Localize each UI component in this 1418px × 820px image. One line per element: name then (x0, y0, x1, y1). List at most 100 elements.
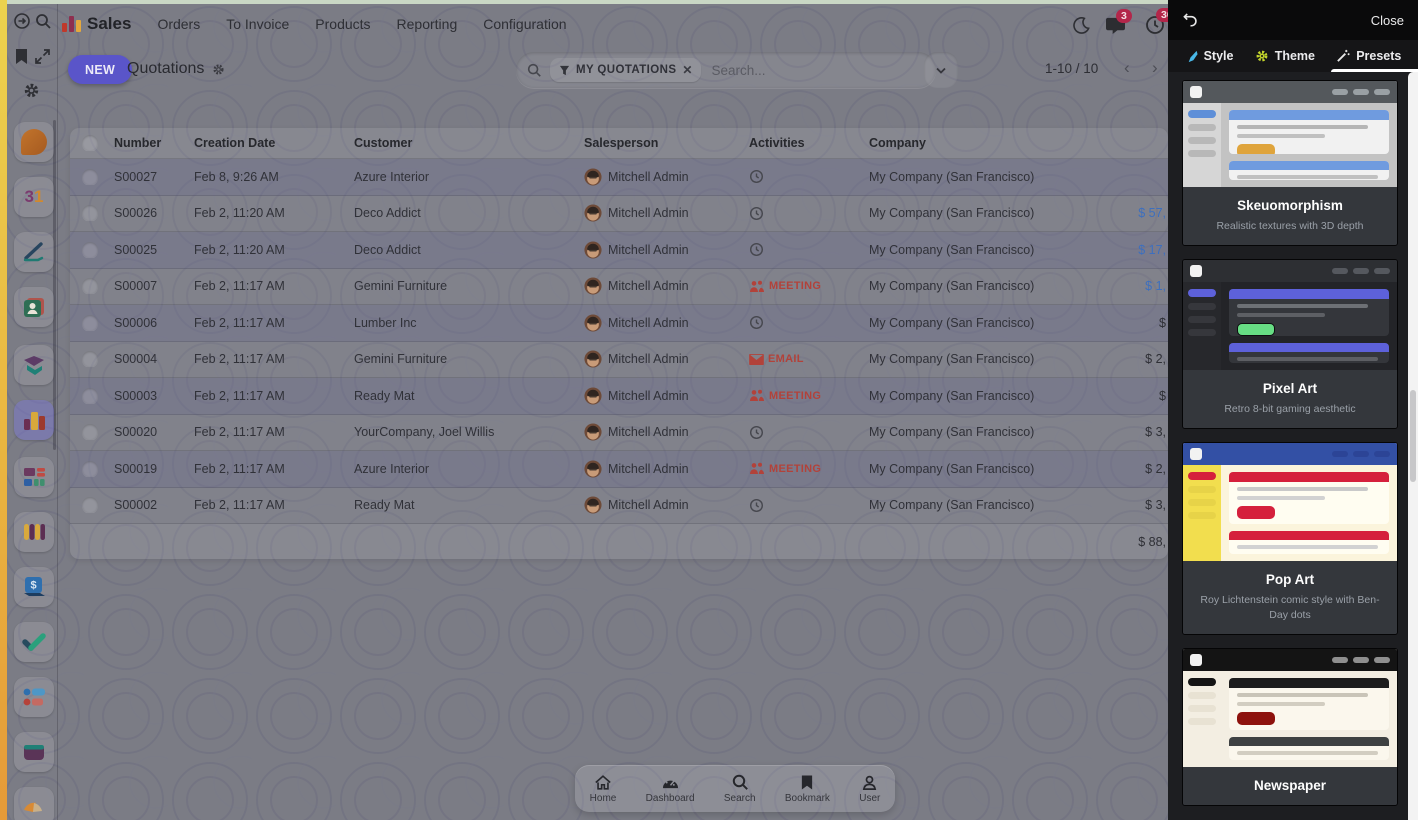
row-checkbox[interactable] (82, 388, 98, 404)
clock-activity-icon[interactable] (749, 206, 764, 221)
menu-to-invoice[interactable]: To Invoice (226, 16, 289, 32)
table-row[interactable]: S00019Feb 2, 11:17 AMAzure InteriorMitch… (70, 451, 1168, 488)
app-icon-contacts[interactable] (14, 287, 54, 327)
new-button[interactable]: NEW (68, 55, 132, 84)
row-checkbox[interactable] (82, 497, 98, 513)
app-icon-partial[interactable] (14, 787, 54, 820)
panel-scrollbar-thumb[interactable] (1410, 390, 1416, 482)
clock-activity-icon[interactable] (749, 169, 764, 184)
search-dropdown-button[interactable] (924, 52, 958, 88)
select-all-checkbox[interactable] (82, 135, 98, 151)
close-button[interactable]: Close (1371, 13, 1404, 28)
search-bar[interactable]: MY QUOTATIONS ✕ (516, 52, 936, 88)
header-customer[interactable]: Customer (350, 136, 580, 150)
row-checkbox[interactable] (82, 351, 98, 367)
menu-products[interactable]: Products (315, 16, 370, 32)
row-checkbox[interactable] (82, 315, 98, 331)
dock-item-bookmark[interactable]: Bookmark (785, 774, 830, 804)
preset-card-pop-art[interactable]: Pop ArtRoy Lichtenstein comic style with… (1182, 442, 1398, 634)
sales-app-logo[interactable]: Sales (62, 14, 131, 34)
app-icon-sign[interactable] (14, 232, 54, 272)
app-icon-point-of-sale[interactable] (14, 512, 54, 552)
app-icon-calendar[interactable]: 31 (14, 177, 54, 217)
pager-next-icon[interactable]: › (1152, 58, 1158, 78)
table-row[interactable]: S00025Feb 2, 11:20 AMDeco AddictMitchell… (70, 232, 1168, 269)
messages-icon[interactable]: 3 (1105, 10, 1126, 40)
filter-remove-icon[interactable]: ✕ (682, 63, 692, 77)
window-top-edge (0, 0, 1168, 4)
header-salesperson[interactable]: Salesperson (580, 136, 745, 150)
menu-reporting[interactable]: Reporting (397, 16, 458, 32)
app-icon-discuss[interactable] (14, 122, 54, 162)
app-icon-expenses[interactable] (14, 732, 54, 772)
preset-card-newspaper[interactable]: Newspaper (1182, 648, 1398, 806)
app-icon-accounting[interactable]: $ (14, 567, 54, 607)
panel-scrollbar[interactable] (1408, 72, 1418, 820)
app-icon-apps[interactable] (14, 457, 54, 497)
meeting-activity-icon[interactable] (749, 462, 765, 475)
app-icon-todo[interactable] (14, 622, 54, 662)
email-activity-icon[interactable] (749, 354, 764, 365)
dock-item-user[interactable]: User (859, 774, 880, 804)
row-checkbox[interactable] (82, 242, 98, 258)
header-company[interactable]: Company (865, 136, 1110, 150)
clock-activity-icon[interactable] (749, 498, 764, 513)
clock-activity-icon[interactable] (749, 315, 764, 330)
row-checkbox[interactable] (82, 169, 98, 185)
settings-gear-icon[interactable] (23, 82, 43, 102)
row-checkbox[interactable] (82, 278, 98, 294)
cell-number: S00027 (110, 170, 190, 184)
tab-presets[interactable]: Presets (1336, 49, 1401, 63)
dark-mode-moon-icon[interactable] (1072, 10, 1091, 40)
cell-customer: Azure Interior (350, 462, 580, 476)
table-row[interactable]: S00027Feb 8, 9:26 AMAzure InteriorMitche… (70, 159, 1168, 196)
row-checkbox[interactable] (82, 461, 98, 477)
table-row[interactable]: S00004Feb 2, 11:17 AMGemini FurnitureMit… (70, 342, 1168, 379)
meeting-activity-icon[interactable] (749, 389, 765, 402)
cell-number: S00020 (110, 425, 190, 439)
row-checkbox[interactable] (82, 424, 98, 440)
table-row[interactable]: S00007Feb 2, 11:17 AMGemini FurnitureMit… (70, 269, 1168, 306)
app-icon-crm[interactable] (14, 345, 54, 385)
search-icon (731, 773, 749, 791)
view-settings-gear-icon[interactable] (212, 63, 225, 76)
dock-item-search[interactable]: Search (724, 773, 756, 804)
clock-activity-icon[interactable] (749, 425, 764, 440)
cell-number: S00007 (110, 279, 190, 293)
header-activities[interactable]: Activities (745, 136, 865, 150)
menu-configuration[interactable]: Configuration (483, 16, 566, 32)
preset-preview (1183, 443, 1397, 561)
header-number[interactable]: Number (110, 136, 190, 150)
preset-card-pixel-art[interactable]: Pixel ArtRetro 8-bit gaming aesthetic (1182, 259, 1398, 429)
table-row[interactable]: S00006Feb 2, 11:17 AMLumber IncMitchell … (70, 305, 1168, 342)
table-row[interactable]: S00020Feb 2, 11:17 AMYourCompany, Joel W… (70, 415, 1168, 452)
tab-style[interactable]: Style (1185, 49, 1234, 63)
clock-activity-icon[interactable] (749, 242, 764, 257)
home-icon (594, 774, 612, 791)
app-icon-planning[interactable] (14, 677, 54, 717)
table-row[interactable]: S00003Feb 2, 11:17 AMReady MatMitchell A… (70, 378, 1168, 415)
search-icon[interactable] (34, 12, 54, 32)
dock-item-dashboard[interactable]: Dashboard (646, 774, 695, 804)
menu-orders[interactable]: Orders (157, 16, 200, 32)
header-creation-date[interactable]: Creation Date (190, 136, 350, 150)
preset-card-skeuomorphism[interactable]: SkeuomorphismRealistic textures with 3D … (1182, 80, 1398, 246)
meeting-activity-icon[interactable] (749, 280, 765, 293)
app-icon-sales[interactable] (14, 400, 54, 440)
undo-icon[interactable] (1182, 12, 1199, 28)
table-row[interactable]: S00026Feb 2, 11:20 AMDeco AddictMitchell… (70, 196, 1168, 233)
search-input[interactable] (709, 62, 926, 79)
row-checkbox[interactable] (82, 205, 98, 221)
avatar (584, 168, 602, 186)
tab-theme[interactable]: Theme (1255, 49, 1315, 63)
bookmark-icon[interactable] (14, 48, 34, 68)
cell-creation-date: Feb 2, 11:17 AM (190, 279, 350, 293)
activities-clock-icon[interactable]: 36 (1145, 10, 1165, 40)
dock-item-home[interactable]: Home (590, 774, 617, 804)
expand-icon[interactable] (34, 48, 54, 68)
insert-icon[interactable] (13, 12, 33, 32)
dock-scrollbar[interactable] (53, 120, 56, 450)
pager-previous-icon[interactable]: ‹ (1124, 58, 1130, 78)
table-row[interactable]: S00002Feb 2, 11:17 AMReady MatMitchell A… (70, 488, 1168, 525)
filter-chip[interactable]: MY QUOTATIONS ✕ (550, 58, 701, 82)
